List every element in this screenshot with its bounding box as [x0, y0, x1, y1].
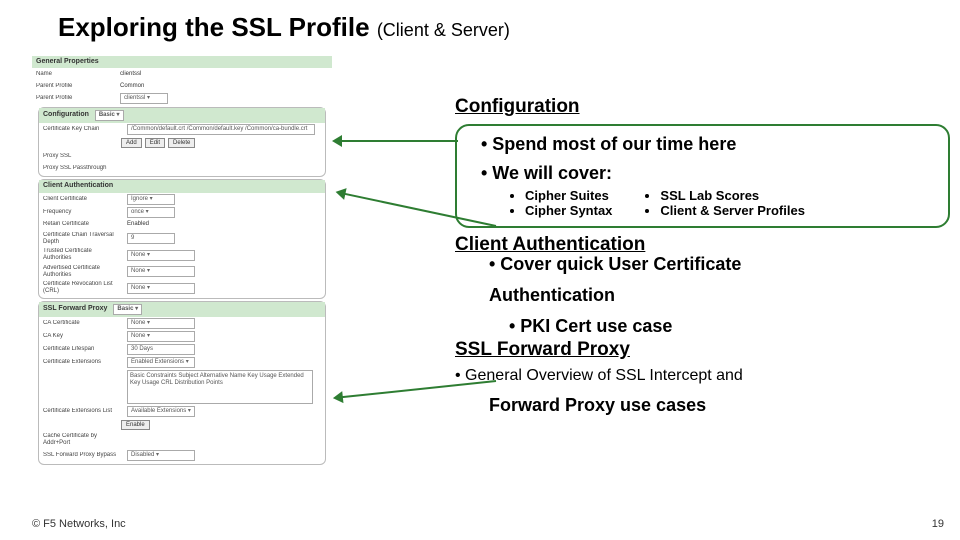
sub-cipher-syntax: Cipher Syntax [525, 203, 612, 218]
sub-cipher-suites: Cipher Suites [525, 188, 612, 203]
section-general: General Properties [32, 56, 332, 68]
config-sub-left: Cipher Suites Cipher Syntax [507, 188, 612, 218]
group-client-auth: Client Authentication Client Certificate… [38, 179, 326, 299]
sel-ca-key[interactable]: None [127, 331, 195, 342]
sub-profiles: Client & Server Profiles [660, 203, 805, 218]
section-configuration: Configuration Basic [39, 108, 325, 123]
client-auth-b1: • Cover quick User Certificate [489, 254, 950, 275]
val-retain: Enabled [127, 221, 321, 228]
lbl-ca-key: CA Key [43, 333, 121, 340]
btn-edit[interactable]: Edit [145, 138, 165, 148]
lbl-cert-lifespan: Certificate Lifespan [43, 346, 121, 353]
lbl-freq: Frequency [43, 209, 121, 216]
field-ckc[interactable]: /Common/default.crt /Common/default.key … [127, 124, 315, 135]
section-sfp: SSL Forward Proxy Basic [39, 302, 325, 317]
sub-ssl-lab: SSL Lab Scores [660, 188, 805, 203]
val-name: clientssl [120, 71, 328, 78]
sel-client-cert[interactable]: Ignore [127, 194, 175, 205]
sel-ca-cert[interactable]: None [127, 318, 195, 329]
heading-configuration: Configuration [455, 96, 950, 118]
lbl-aca: Advertised Certificate Authorities [43, 265, 121, 279]
config-box: • Spend most of our time here • We will … [455, 124, 950, 228]
right-content: Configuration • Spend most of our time h… [455, 96, 950, 416]
ssl-profile-screenshot: General Properties Name clientssl Parent … [32, 56, 332, 467]
page-number: 19 [932, 518, 944, 530]
section-client-auth-text: Client Authentication • Cover quick User… [455, 234, 950, 337]
sfp-mode-select[interactable]: Basic [113, 304, 142, 315]
slide-title: Exploring the SSL Profile (Client & Serv… [58, 12, 510, 43]
sfp-b1: • General Overview of SSL Intercept and [455, 367, 950, 385]
sel-freq[interactable]: once [127, 207, 175, 218]
lbl-parent: Parent Profile [36, 83, 114, 90]
lbl-client-cert: Client Certificate [43, 196, 121, 203]
sel-cert-ext[interactable]: Enabled Extensions [127, 357, 195, 368]
field-chain-depth[interactable]: 9 [127, 233, 175, 244]
title-sub: (Client & Server) [377, 20, 510, 40]
lbl-bypass: SSL Forward Proxy Bypass [43, 452, 121, 459]
group-configuration: Configuration Basic Certificate Key Chai… [38, 107, 326, 177]
client-auth-b2: Authentication [489, 285, 950, 306]
lbl-tca: Trusted Certificate Authorities [43, 248, 121, 262]
config-mode-select[interactable]: Basic [95, 110, 124, 121]
lbl-name: Name [36, 71, 114, 78]
btn-delete[interactable]: Delete [168, 138, 195, 148]
field-cert-lifespan[interactable]: 30 Days [127, 344, 195, 355]
val-parent: Common [120, 83, 328, 90]
section-client-auth: Client Authentication [39, 180, 325, 192]
sfp-head-text: SSL Forward Proxy [43, 305, 107, 312]
config-sub-right: SSL Lab Scores Client & Server Profiles [642, 188, 805, 218]
title-main: Exploring the SSL Profile [58, 12, 370, 42]
group-ssl-forward-proxy: SSL Forward Proxy Basic CA Certificate No… [38, 301, 326, 464]
btn-enable[interactable]: Enable [121, 420, 150, 430]
lbl-proxy-ssl: Proxy SSL [43, 153, 121, 160]
sel-tca[interactable]: None [127, 250, 195, 261]
sel-aca[interactable]: None [127, 266, 195, 277]
lbl-ca-cert: CA Certificate [43, 320, 121, 327]
ext-list[interactable]: Basic Constraints Subject Alternative Na… [127, 370, 313, 404]
lbl-parent-profile: Parent Profile [36, 95, 114, 102]
config-bullet-1: • Spend most of our time here [481, 134, 942, 155]
lbl-crl: Certificate Revocation List (CRL) [43, 281, 121, 295]
section-sfp-text: SSL Forward Proxy • General Overview of … [455, 339, 950, 416]
sel-cel[interactable]: Available Extensions [127, 406, 195, 417]
heading-client-auth: Client Authentication [455, 234, 950, 256]
sel-bypass[interactable]: Disabled [127, 450, 195, 461]
lbl-passthrough: Proxy SSL Passthrough [43, 165, 121, 172]
sel-crl[interactable]: None [127, 283, 195, 294]
lbl-ckc: Certificate Key Chain [43, 126, 121, 133]
lbl-retain: Retain Certificate [43, 221, 121, 228]
select-parent-profile[interactable]: clientssl [120, 93, 168, 104]
btn-add[interactable]: Add [121, 138, 142, 148]
heading-sfp: SSL Forward Proxy [455, 339, 950, 361]
lbl-chain-depth: Certificate Chain Traversal Depth [43, 232, 121, 246]
lbl-cel: Certificate Extensions List [43, 408, 121, 415]
footer-copyright: © F5 Networks, Inc [32, 518, 126, 530]
sfp-b2: Forward Proxy use cases [489, 395, 950, 416]
config-head-text: Configuration [43, 111, 89, 118]
arrow-to-configuration [340, 140, 458, 142]
client-auth-b3: • PKI Cert use case [509, 316, 950, 337]
lbl-cache-cert: Cache Certificate by Addr+Port [43, 433, 121, 447]
lbl-cert-ext: Certificate Extensions [43, 359, 121, 366]
config-bullet-2: • We will cover: [481, 163, 942, 184]
